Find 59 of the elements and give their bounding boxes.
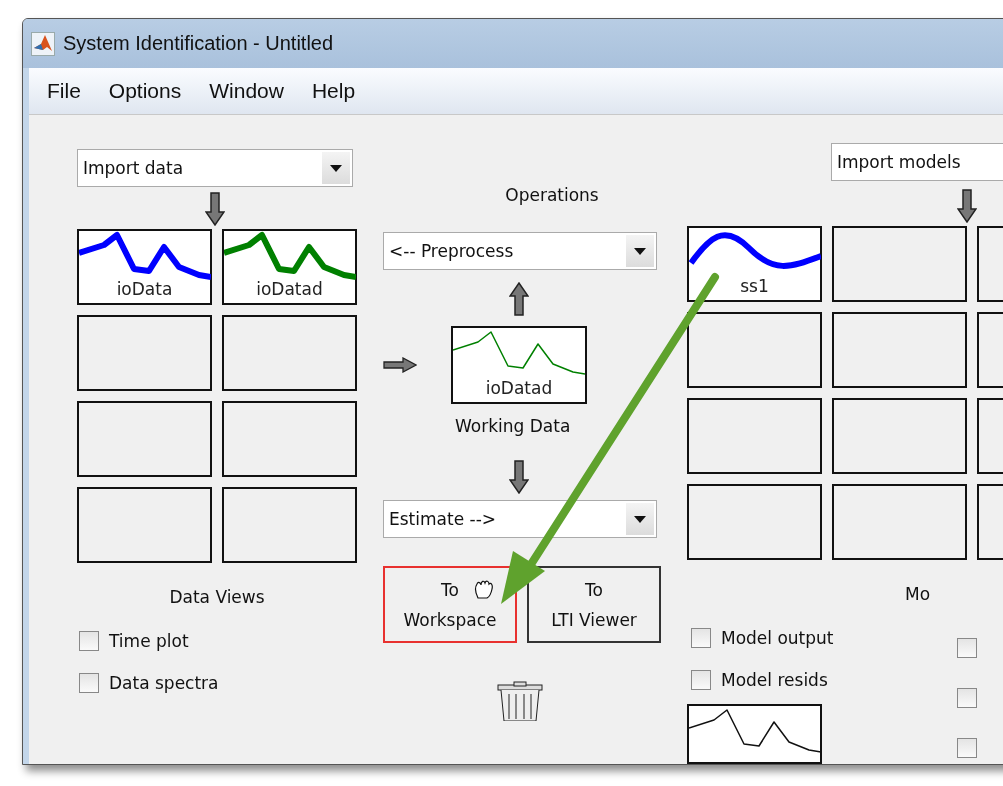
empty-slot[interactable] (687, 484, 822, 560)
empty-slot[interactable] (832, 312, 967, 388)
estimate-dropdown[interactable]: Estimate --> (383, 500, 657, 538)
section-title: Operations (505, 185, 599, 205)
checkbox-label: Model resids (721, 670, 828, 690)
down-arrow-icon (205, 192, 225, 226)
empty-slot[interactable] (832, 398, 967, 474)
plot-thumbnail[interactable]: ioData (77, 229, 212, 305)
checkbox[interactable] (957, 688, 977, 708)
window-title: System Identification - Untitled (63, 32, 334, 55)
section-title: Mo (905, 584, 931, 604)
thumbnail-label: ioData (116, 279, 173, 299)
checkbox-label: Data spectra (109, 673, 219, 693)
import-data-dropdown[interactable]: Import data (77, 149, 353, 187)
trash-icon (495, 681, 545, 721)
empty-slot[interactable] (77, 401, 212, 477)
plot-thumbnail[interactable]: ss1 (687, 226, 822, 302)
hand-cursor-icon (473, 578, 495, 600)
caret-icon (330, 164, 342, 172)
empty-slot[interactable] (222, 401, 357, 477)
down-arrow-icon (957, 189, 977, 223)
thumbnail-label: ioDatad (256, 279, 323, 299)
checkbox-label: Model output (721, 628, 834, 648)
menu-item[interactable]: Window (197, 79, 296, 103)
preprocess-dropdown[interactable]: <-- Preprocess (383, 232, 657, 270)
empty-slot[interactable] (832, 484, 967, 560)
export-button[interactable]: To LTI Viewer (527, 566, 661, 643)
checkbox[interactable] (957, 738, 977, 758)
down-arrow-icon (509, 460, 529, 494)
checkbox[interactable] (691, 628, 711, 648)
empty-slot[interactable] (222, 487, 357, 563)
checkbox[interactable] (957, 638, 977, 658)
checkbox-label: Time plot (109, 631, 189, 651)
section-title: Data Views (169, 587, 265, 607)
checkbox[interactable] (79, 673, 99, 693)
empty-slot[interactable] (77, 315, 212, 391)
checkbox[interactable] (691, 670, 711, 690)
working-data-caption: Working Data (455, 416, 571, 436)
working-data-thumbnail[interactable]: ioDatad (451, 326, 587, 404)
empty-slot[interactable] (222, 315, 357, 391)
empty-slot[interactable] (77, 487, 212, 563)
empty-slot[interactable] (687, 312, 822, 388)
right-arrow-icon (383, 357, 417, 373)
checkbox[interactable] (79, 631, 99, 651)
menu-item[interactable]: Options (96, 79, 194, 103)
empty-slot[interactable] (832, 226, 967, 302)
import-models-dropdown[interactable]: Import models (831, 143, 1003, 181)
caret-icon (634, 247, 646, 255)
plot-thumbnail[interactable] (687, 704, 822, 764)
export-button[interactable]: To Workspace (383, 566, 517, 643)
menu-item[interactable]: File (35, 79, 93, 103)
thumbnail-label: ss1 (740, 276, 769, 296)
caret-icon (634, 515, 646, 523)
plot-thumbnail[interactable]: ioDatad (222, 229, 357, 305)
empty-slot[interactable] (687, 398, 822, 474)
thumbnail-label: ioDatad (485, 378, 553, 398)
logo-icon (31, 31, 55, 56)
menu-item[interactable]: Help (299, 79, 368, 103)
up-arrow-icon (509, 282, 529, 316)
